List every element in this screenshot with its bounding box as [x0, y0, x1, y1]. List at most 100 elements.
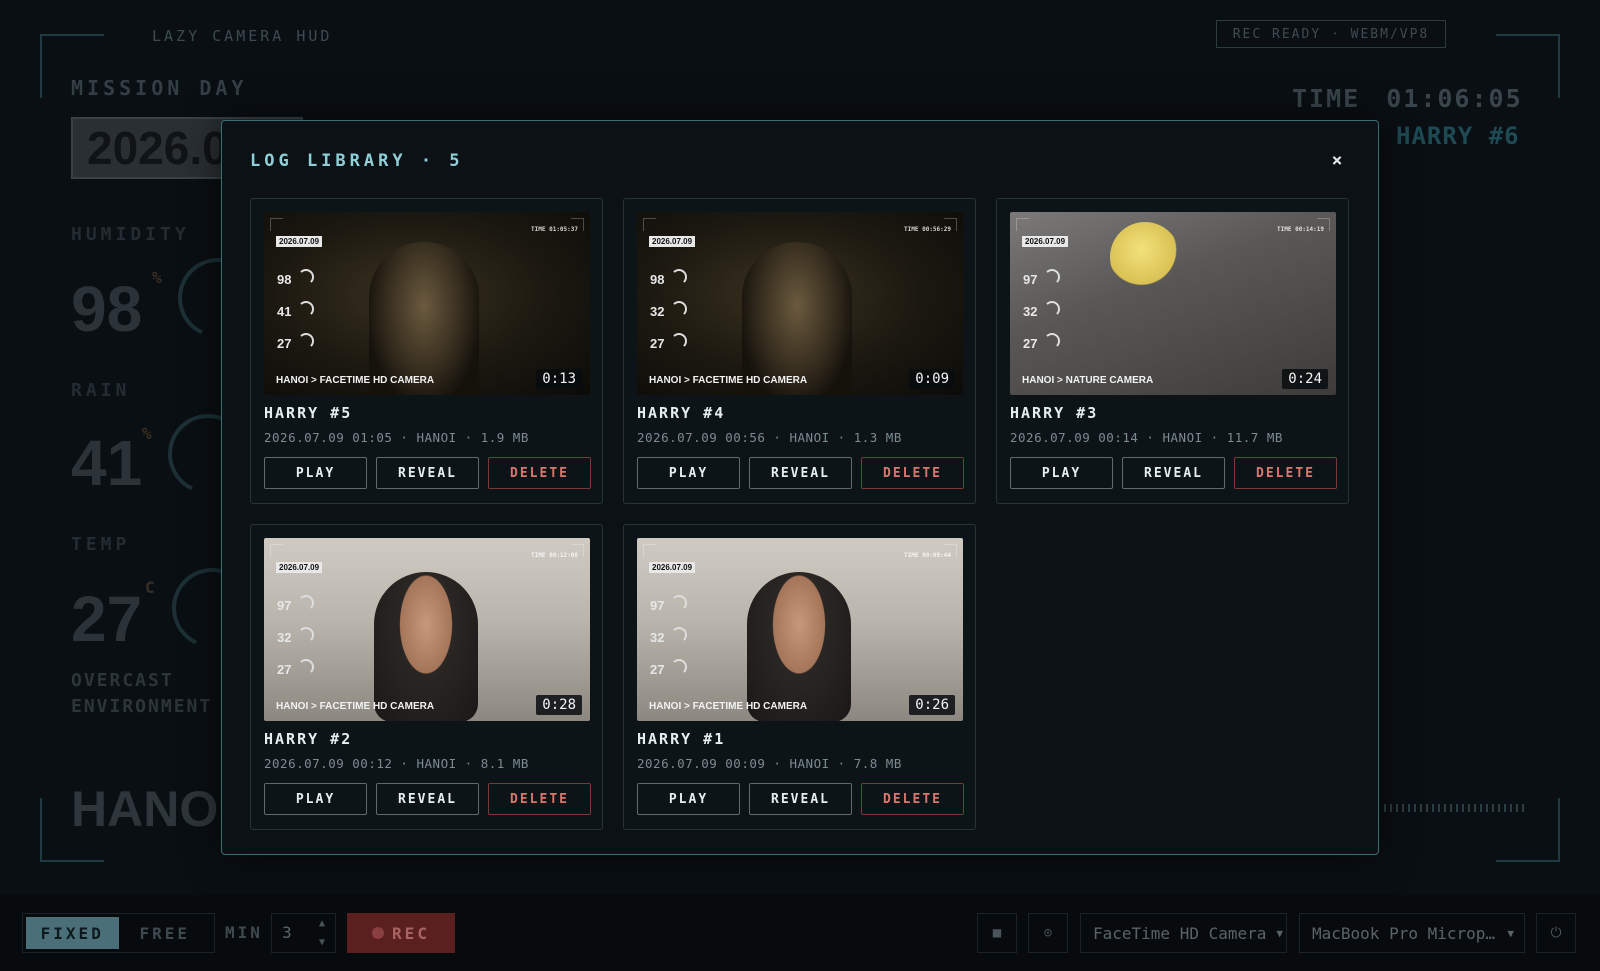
thumbnail-date: 2026.07.09 — [276, 236, 323, 247]
thumbnail-ring-icon — [671, 659, 687, 675]
thumbnail-stat: 27 — [1023, 336, 1038, 351]
thumbnail-ring-icon — [298, 333, 314, 349]
thumbnail-stat: 98 — [277, 272, 292, 287]
thumbnail-stats: 98 41 27 — [277, 264, 291, 360]
log-meta: 2026.07.09 01:05 · HANOI · 1.9 MB — [264, 430, 529, 445]
thumbnail-stat: 41 — [277, 304, 292, 319]
thumbnail-time: TIME 00:09:44 — [904, 552, 951, 559]
thumbnail-ring-icon — [671, 269, 687, 285]
log-meta: 2026.07.09 00:09 · HANOI · 7.8 MB — [637, 756, 902, 771]
duration-badge: 0:24 — [1282, 369, 1328, 389]
thumbnail-ring-icon — [298, 269, 314, 285]
duration-badge: 0:26 — [909, 695, 955, 715]
log-actions: PLAY REVEAL DELETE — [264, 457, 591, 489]
play-button[interactable]: PLAY — [264, 783, 367, 815]
log-actions: PLAY REVEAL DELETE — [1010, 457, 1337, 489]
duration-badge: 0:13 — [536, 369, 582, 389]
person-silhouette — [747, 572, 851, 721]
log-title: HARRY #3 — [1010, 404, 1099, 422]
thumbnail-frame-corner — [643, 544, 656, 557]
thumbnail-ring-icon — [671, 627, 687, 643]
reveal-button[interactable]: REVEAL — [1122, 457, 1225, 489]
person-silhouette — [1110, 222, 1180, 292]
thumbnail-ring-icon — [671, 595, 687, 611]
thumbnail-ring-icon — [1044, 269, 1060, 285]
thumbnail-stats: 97 32 27 — [650, 590, 664, 686]
thumbnail-time: TIME 00:56:29 — [904, 226, 951, 233]
delete-button[interactable]: DELETE — [861, 457, 964, 489]
thumbnail-ring-icon — [298, 659, 314, 675]
play-button[interactable]: PLAY — [1010, 457, 1113, 489]
thumbnail-stats: 97 32 27 — [277, 590, 291, 686]
thumbnail-date: 2026.07.09 — [1022, 236, 1069, 247]
delete-button[interactable]: DELETE — [861, 783, 964, 815]
thumbnail-camera-label: HANOI > FACETIME HD CAMERA — [276, 701, 435, 712]
play-button[interactable]: PLAY — [637, 457, 740, 489]
thumbnail-stat: 32 — [277, 630, 292, 645]
log-title: HARRY #2 — [264, 730, 353, 748]
thumbnail-camera-label: HANOI > FACETIME HD CAMERA — [276, 375, 435, 386]
thumbnail-stat: 27 — [277, 662, 292, 677]
log-actions: PLAY REVEAL DELETE — [637, 457, 964, 489]
person-silhouette — [369, 242, 479, 395]
log-title: HARRY #5 — [264, 404, 353, 422]
thumbnail-ring-icon — [298, 301, 314, 317]
thumbnail-stat: 27 — [650, 662, 665, 677]
thumbnail-stat: 27 — [277, 336, 292, 351]
log-actions: PLAY REVEAL DELETE — [637, 783, 964, 815]
log-meta: 2026.07.09 00:12 · HANOI · 8.1 MB — [264, 756, 529, 771]
thumbnail-date: 2026.07.09 — [649, 236, 696, 247]
play-button[interactable]: PLAY — [637, 783, 740, 815]
video-thumbnail[interactable]: 2026.07.09 TIME 00:09:44 97 32 27 HANOI … — [637, 538, 963, 721]
thumbnail-stat: 32 — [1023, 304, 1038, 319]
log-meta: 2026.07.09 00:14 · HANOI · 11.7 MB — [1010, 430, 1283, 445]
video-thumbnail[interactable]: 2026.07.09 TIME 00:56:29 98 32 27 HANOI … — [637, 212, 963, 395]
log-grid: 2026.07.09 TIME 01:05:37 98 41 27 HANOI … — [250, 198, 1349, 830]
thumbnail-stat: 97 — [1023, 272, 1038, 287]
delete-button[interactable]: DELETE — [1234, 457, 1337, 489]
duration-badge: 0:28 — [536, 695, 582, 715]
thumbnail-stats: 97 32 27 — [1023, 264, 1037, 360]
thumbnail-time: TIME 00:12:08 — [531, 552, 578, 559]
log-library-modal: LOG LIBRARY · 5 × 2026.07.09 TIME 01:05:… — [221, 120, 1379, 855]
thumbnail-date: 2026.07.09 — [649, 562, 696, 573]
thumbnail-stat: 32 — [650, 304, 665, 319]
thumbnail-stat: 27 — [650, 336, 665, 351]
thumbnail-ring-icon — [671, 333, 687, 349]
log-title: HARRY #1 — [637, 730, 726, 748]
log-card: 2026.07.09 TIME 00:56:29 98 32 27 HANOI … — [623, 198, 976, 504]
reveal-button[interactable]: REVEAL — [376, 783, 479, 815]
log-title: HARRY #4 — [637, 404, 726, 422]
close-icon: × — [1331, 149, 1343, 171]
person-silhouette — [374, 572, 478, 721]
thumbnail-frame-corner — [270, 218, 283, 231]
thumbnail-stat: 32 — [650, 630, 665, 645]
reveal-button[interactable]: REVEAL — [749, 457, 852, 489]
close-button[interactable]: × — [1324, 147, 1350, 173]
thumbnail-ring-icon — [1044, 333, 1060, 349]
log-card: 2026.07.09 TIME 00:12:08 97 32 27 HANOI … — [250, 524, 603, 830]
delete-button[interactable]: DELETE — [488, 783, 591, 815]
thumbnail-frame-corner — [1016, 218, 1029, 231]
thumbnail-ring-icon — [298, 595, 314, 611]
delete-button[interactable]: DELETE — [488, 457, 591, 489]
log-meta: 2026.07.09 00:56 · HANOI · 1.3 MB — [637, 430, 902, 445]
thumbnail-camera-label: HANOI > FACETIME HD CAMERA — [649, 375, 808, 386]
video-thumbnail[interactable]: 2026.07.09 TIME 00:12:08 97 32 27 HANOI … — [264, 538, 590, 721]
reveal-button[interactable]: REVEAL — [376, 457, 479, 489]
video-thumbnail[interactable]: 2026.07.09 TIME 00:14:19 97 32 27 HANOI … — [1010, 212, 1336, 395]
thumbnail-ring-icon — [298, 627, 314, 643]
thumbnail-camera-label: HANOI > NATURE CAMERA — [1022, 375, 1154, 386]
log-card: 2026.07.09 TIME 00:09:44 97 32 27 HANOI … — [623, 524, 976, 830]
log-actions: PLAY REVEAL DELETE — [264, 783, 591, 815]
thumbnail-ring-icon — [671, 301, 687, 317]
thumbnail-frame-corner — [270, 544, 283, 557]
video-thumbnail[interactable]: 2026.07.09 TIME 01:05:37 98 41 27 HANOI … — [264, 212, 590, 395]
reveal-button[interactable]: REVEAL — [749, 783, 852, 815]
thumbnail-stat: 97 — [277, 598, 292, 613]
thumbnail-date: 2026.07.09 — [276, 562, 323, 573]
play-button[interactable]: PLAY — [264, 457, 367, 489]
thumbnail-time: TIME 00:14:19 — [1277, 226, 1324, 233]
modal-title: LOG LIBRARY · 5 — [250, 151, 464, 171]
thumbnail-ring-icon — [1044, 301, 1060, 317]
